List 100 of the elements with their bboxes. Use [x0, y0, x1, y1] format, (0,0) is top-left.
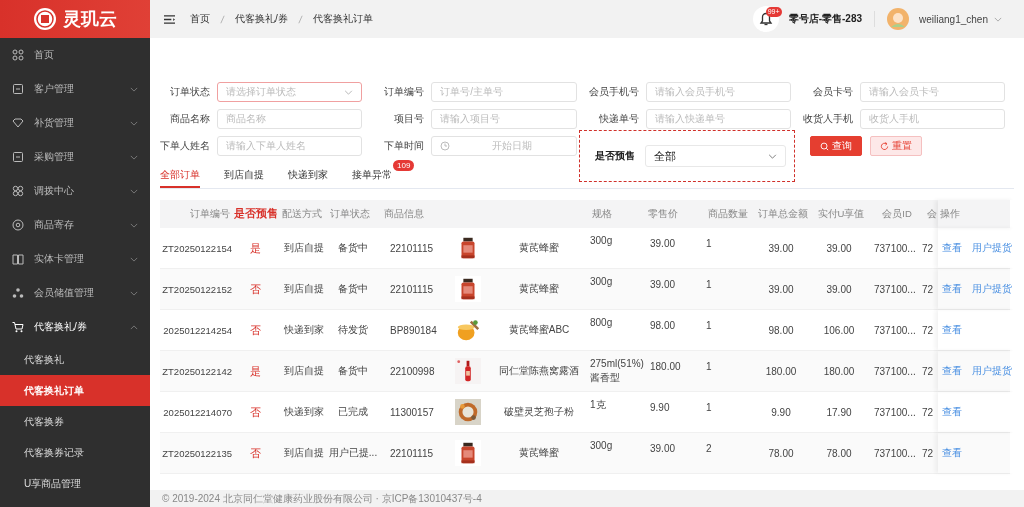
table-cell-text: 11300157 — [389, 406, 435, 418]
field-label: 下单人姓名 — [160, 139, 210, 153]
table-cell-text: 1 — [705, 401, 713, 413]
column-header: 订单编号 — [189, 207, 231, 221]
caret-icon — [130, 290, 138, 296]
table-cell-text: 2 — [705, 442, 713, 454]
field-label: 下单时间 — [383, 139, 425, 153]
column-header: 订单状态 — [329, 207, 371, 221]
table-cell-text: 否 — [248, 322, 262, 338]
caret-icon — [130, 256, 138, 262]
nav-item[interactable]: 调拨中心 — [0, 174, 150, 208]
tab[interactable]: 全部订单 — [160, 166, 200, 188]
table-cell-text: 快递到家 — [283, 323, 325, 337]
nav-item[interactable]: 补货管理 — [0, 106, 150, 140]
table-cell-text: 737100... — [873, 365, 917, 377]
column-header: 是否预售 — [232, 207, 278, 221]
table-cell-text: 800g — [589, 316, 614, 330]
field-label: 快递单号 — [597, 112, 639, 126]
action-link[interactable]: 用户提货 — [972, 241, 1012, 255]
select-field[interactable]: 全部 — [645, 145, 786, 167]
column-header: 规格 — [591, 207, 613, 221]
tab[interactable]: 接单异常 — [352, 166, 392, 188]
action-link[interactable]: 查看 — [942, 323, 962, 337]
field-label: 项目号 — [393, 112, 425, 126]
table-cell-text: 300g — [589, 234, 614, 248]
table-cell-text: 72 — [922, 283, 935, 295]
table-cell-text: 2025012214254 — [162, 324, 232, 336]
search-button[interactable]: 查询 — [809, 136, 862, 156]
field-label: 是否预售 — [595, 149, 635, 163]
action-link[interactable]: 用户提货 — [972, 364, 1012, 378]
table-cell-text: 737100... — [873, 406, 917, 418]
table-cell-text: 否 — [248, 281, 262, 297]
action-link[interactable]: 用户提货 — [972, 282, 1012, 296]
table-cell-text: 39.00 — [825, 283, 853, 295]
nav-item[interactable]: 会员储值管理 — [0, 276, 150, 310]
table-cell-text: 180.00 — [764, 365, 798, 377]
table-cell-text: 72 — [922, 324, 935, 336]
table-cell-text: 1 — [705, 360, 713, 372]
table-cell-text: 275ml(51%)酱香型 — [589, 357, 644, 385]
table-cell-text: 22100998 — [389, 365, 436, 377]
box-icon — [12, 83, 24, 95]
table-cell-text: 300g — [589, 275, 614, 289]
action-link[interactable]: 查看 — [942, 241, 962, 255]
table-cell-text: 737100... — [873, 242, 917, 254]
cart-icon — [12, 321, 24, 333]
menu-icon[interactable] — [163, 13, 176, 25]
table-cell-text: ZT20250122154 — [161, 242, 232, 254]
nav-subitem[interactable]: U享商品管理 — [0, 468, 150, 499]
nav-item[interactable]: 代客换礼/券 — [0, 310, 150, 344]
action-link[interactable]: 查看 — [942, 282, 962, 296]
nav-subitem[interactable]: 代客换礼 — [0, 344, 150, 375]
table-cell-text: 98.00 — [649, 319, 677, 331]
nav-subitem[interactable]: 代客换礼订单 — [0, 375, 150, 406]
table-cell-text: 78.00 — [825, 447, 853, 459]
table-cell-text: 106.00 — [822, 324, 856, 336]
field-label: 会员手机号 — [588, 85, 639, 99]
field-label: 收货人手机 — [802, 112, 853, 126]
table-cell-text: 737100... — [873, 447, 917, 459]
separator-icon — [297, 14, 303, 24]
circle-icon — [12, 219, 24, 231]
field-label: 订单状态 — [169, 85, 210, 99]
table-cell-text: 22101115 — [389, 242, 434, 254]
field-label: 订单编号 — [383, 85, 425, 99]
table-cell-text: 同仁堂陈燕窝露酒 — [498, 364, 580, 378]
column-header: 商品数量 — [707, 207, 749, 221]
tab[interactable]: 快递到家 — [288, 166, 328, 188]
field-label: 会员卡号 — [811, 85, 853, 99]
table-cell-text: 待发货 — [337, 323, 369, 337]
footer-text: © 2019-2024 北京同仁堂健康药业股份有限公司 · 京ICP备13010437号-4 — [150, 490, 1024, 507]
table-cell-text: 到店自提 — [283, 364, 325, 378]
nav-subitem[interactable]: 代客换券记录 — [0, 437, 150, 468]
table-cell-text: 17.90 — [825, 406, 853, 418]
nav-item[interactable]: 采购管理 — [0, 140, 150, 174]
nav-item[interactable]: 商品寄存 — [0, 208, 150, 242]
column-header: 实付U享值 — [816, 207, 866, 221]
table-cell-text: 39.00 — [825, 242, 853, 254]
caret-icon — [130, 222, 138, 228]
nav-subitem[interactable]: 代客换券 — [0, 406, 150, 437]
table-cell-text: 已完成 — [337, 405, 369, 419]
reset-button[interactable]: 重置 — [869, 136, 922, 156]
action-link[interactable]: 查看 — [942, 364, 962, 378]
nav-item[interactable]: 客户管理 — [0, 72, 150, 106]
breadcrumb-link[interactable]: 代客换礼订单 — [312, 12, 373, 26]
breadcrumb-link[interactable]: 代客换礼/券 — [235, 12, 288, 26]
tab[interactable]: 到店自提 — [224, 166, 264, 188]
breadcrumb-link[interactable]: 首页 — [190, 12, 210, 26]
user-menu[interactable]: weiliang1_chen — [919, 13, 988, 25]
grid-icon — [12, 49, 24, 61]
nav-item[interactable]: 实体卡管理 — [0, 242, 150, 276]
column-header: 配送方式 — [281, 207, 323, 221]
table-cell-text: 到店自提 — [283, 446, 325, 460]
action-link[interactable]: 查看 — [942, 446, 962, 460]
action-link[interactable]: 查看 — [942, 405, 962, 419]
table-cell-text: 1 — [705, 278, 713, 290]
table-cell-text: 破壁灵芝孢子粉 — [503, 405, 575, 419]
table-cell-text: 否 — [248, 404, 262, 420]
table-cell-text: ZT20250122142 — [161, 365, 232, 377]
caret-icon — [130, 86, 138, 92]
nav-item[interactable]: 首页 — [0, 38, 150, 72]
column-header: 操作 — [938, 200, 1014, 228]
